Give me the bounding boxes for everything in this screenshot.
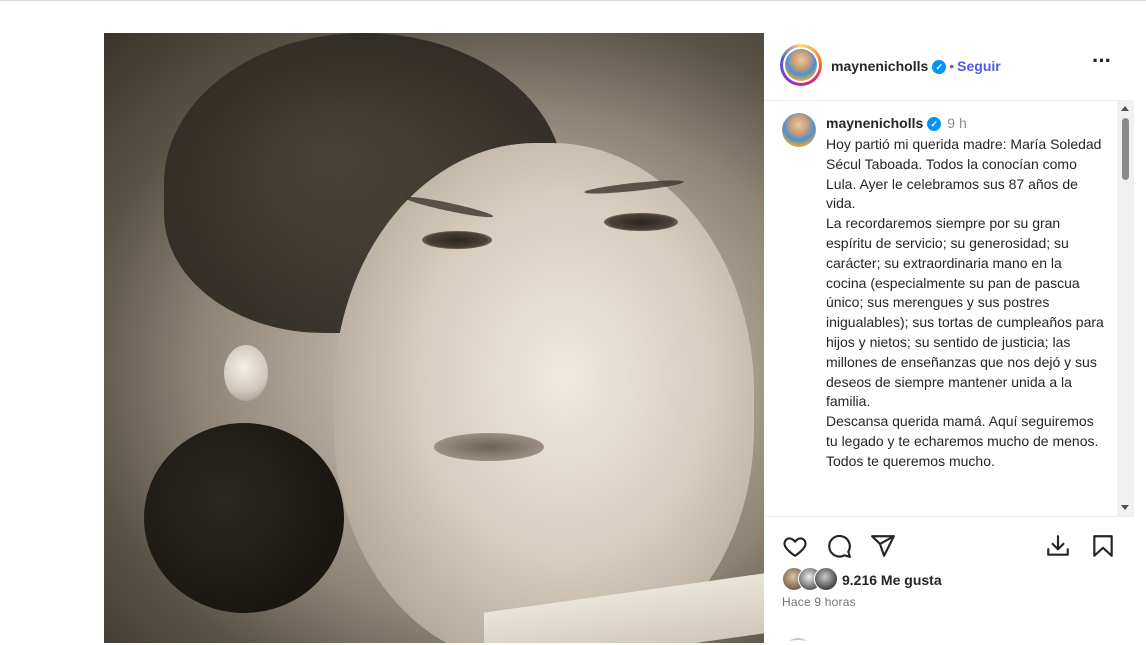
avatar	[785, 49, 817, 81]
caption-header: maynenicholls ✓ 9 h	[826, 115, 967, 133]
more-options-icon[interactable]: ···	[1092, 50, 1116, 75]
photo-lips	[434, 433, 544, 461]
liker-avatar	[814, 567, 838, 591]
top-border	[0, 0, 1146, 1]
bookmark-icon[interactable]	[1090, 533, 1116, 559]
actions-divider	[764, 516, 1134, 517]
header-user: maynenicholls ✓ • Seguir	[831, 58, 1001, 76]
verified-badge-icon: ✓	[932, 59, 947, 74]
caption-scrollbar[interactable]	[1117, 100, 1134, 516]
verified-badge-icon: ✓	[927, 116, 942, 131]
scroll-down-arrow-icon[interactable]	[1121, 505, 1129, 510]
caption-time: 9 h	[947, 115, 967, 131]
separator-dot: •	[949, 58, 955, 74]
post-photo[interactable]	[104, 33, 764, 643]
comment-icon[interactable]	[826, 533, 852, 559]
next-section-peek	[790, 638, 806, 645]
username-link[interactable]: maynenicholls	[831, 58, 928, 74]
scrollbar-thumb[interactable]	[1122, 118, 1129, 180]
post-side-panel: maynenicholls ✓ • Seguir ··· maynenicholls ✓…	[764, 33, 1134, 643]
follow-button[interactable]: Seguir	[957, 58, 1001, 74]
download-icon[interactable]	[1045, 533, 1071, 559]
photo-eye-left	[422, 231, 492, 249]
photo-earring	[224, 345, 268, 401]
post-timestamp[interactable]: Hace 9 horas	[782, 595, 856, 609]
heart-icon[interactable]	[782, 533, 808, 559]
photo-eye-right	[604, 213, 678, 231]
likes-count[interactable]: 9.216 Me gusta	[842, 572, 942, 588]
caption-username-link[interactable]: maynenicholls	[826, 115, 923, 131]
photo-face	[334, 143, 754, 643]
caption-avatar[interactable]	[782, 113, 816, 147]
caption-scroll-area[interactable]: maynenicholls ✓ 9 h Hoy partió mi querida …	[764, 101, 1118, 515]
photo-hair-bun	[144, 423, 344, 613]
story-ring-avatar[interactable]	[780, 44, 822, 86]
caption-text: Hoy partió mi querida madre: María Soled…	[826, 136, 1104, 469]
send-icon[interactable]	[870, 533, 896, 559]
scroll-up-arrow-icon[interactable]	[1121, 106, 1129, 111]
post-header: maynenicholls ✓ • Seguir ···	[764, 33, 1134, 101]
